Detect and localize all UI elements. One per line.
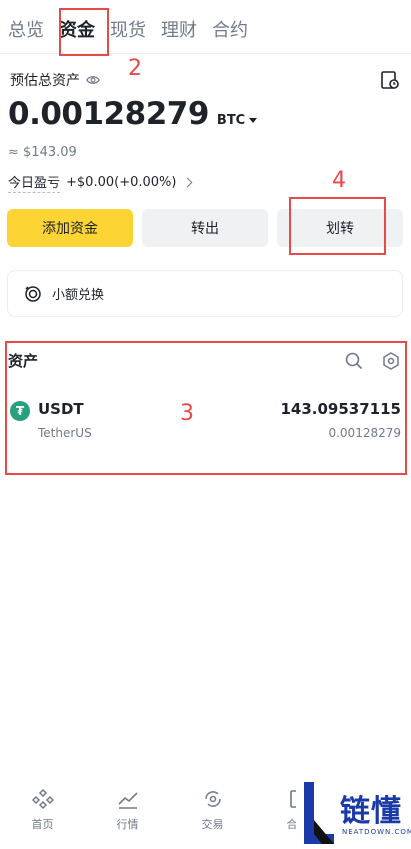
nav-trade-label: 交易: [201, 818, 224, 831]
annotation-box-funding-tab: [59, 8, 109, 56]
tab-futures[interactable]: 合约: [212, 14, 248, 48]
watermark-l-icon: [304, 782, 334, 844]
small-convert-button[interactable]: 小额兑换: [7, 270, 403, 317]
pnl-row[interactable]: 今日盈亏 +$0.00(+0.00%): [8, 172, 193, 193]
nav-trade[interactable]: 交易: [170, 780, 255, 849]
tab-overview[interactable]: 总览: [8, 14, 44, 48]
annotation-box-assets: [5, 341, 407, 475]
convert-icon: [25, 285, 41, 302]
annotation-number-3: 3: [180, 401, 194, 426]
eye-icon[interactable]: [86, 73, 100, 87]
nav-markets[interactable]: 行情: [85, 780, 170, 849]
balance-value: 0.00128279: [8, 96, 209, 132]
watermark-subtitle: NEATDOWN.COM: [342, 828, 411, 836]
fiat-value: ≈ $143.09: [8, 145, 77, 160]
estimated-total-row: 预估总资产: [10, 70, 100, 90]
nav-home-label: 首页: [31, 818, 54, 831]
tab-earn[interactable]: 理财: [161, 14, 197, 48]
balance-row: 0.00128279 BTC: [8, 96, 258, 132]
chevron-right-icon: [183, 177, 193, 188]
currency-selector[interactable]: BTC: [216, 113, 258, 128]
caret-down-icon: [249, 118, 258, 123]
watermark-logo: 链懂 NEATDOWN.COM: [296, 778, 411, 849]
home-icon: [31, 788, 54, 810]
watermark-title: 链懂: [340, 794, 402, 829]
history-icon[interactable]: [380, 70, 400, 90]
estimated-total-label: 预估总资产: [10, 73, 80, 89]
annotation-number-4: 4: [332, 168, 346, 193]
tab-spot[interactable]: 现货: [110, 14, 146, 48]
nav-markets-label: 行情: [116, 818, 139, 831]
markets-icon: [117, 792, 138, 809]
currency-label: BTC: [216, 113, 246, 128]
add-funds-button[interactable]: 添加资金: [7, 209, 133, 247]
trade-icon: [204, 791, 221, 807]
top-tabs: 总览 资金 现货 理财 合约: [8, 14, 263, 48]
nav-home[interactable]: 首页: [0, 780, 85, 849]
annotation-number-2: 2: [128, 56, 142, 81]
annotation-box-transfer: [289, 197, 386, 255]
pnl-value: +$0.00(+0.00%): [66, 175, 177, 190]
pnl-label: 今日盈亏: [8, 172, 61, 193]
small-convert-label: 小额兑换: [52, 288, 105, 303]
withdraw-button[interactable]: 转出: [142, 209, 268, 247]
